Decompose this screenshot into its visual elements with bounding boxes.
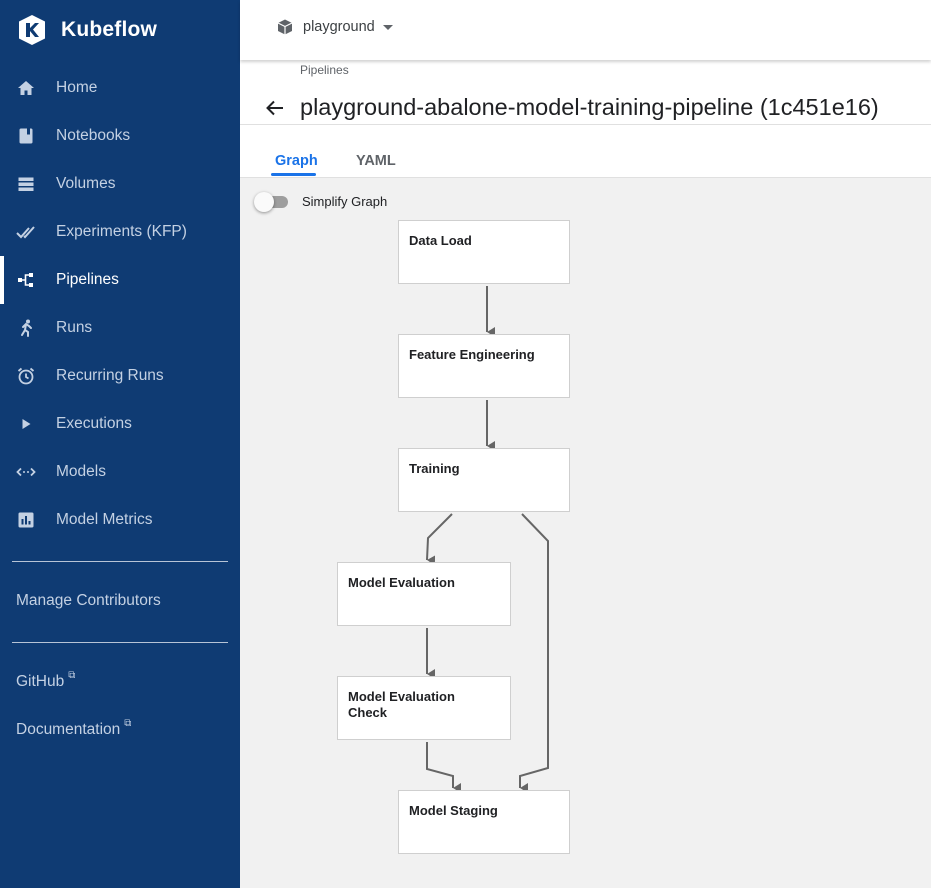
sidebar-item-models[interactable]: Models <box>0 448 240 496</box>
alarm-icon <box>16 366 36 386</box>
sidebar-item-home[interactable]: Home <box>0 64 240 112</box>
sidebar-item-label: Models <box>56 463 106 480</box>
pipeline-icon <box>16 270 36 290</box>
back-arrow-icon[interactable] <box>263 96 287 120</box>
node-label: Training <box>409 461 460 476</box>
manage-contributors-link[interactable]: Manage Contributors <box>16 592 161 610</box>
sidebar-item-model-metrics[interactable]: Model Metrics <box>0 496 240 544</box>
home-icon <box>16 78 36 98</box>
code-arrows-icon <box>16 462 36 482</box>
tab-yaml[interactable]: YAML <box>356 153 396 169</box>
sidebar-item-label: Pipelines <box>56 271 119 288</box>
sidebar: Kubeflow Home Notebooks Volumes Experime… <box>0 0 240 888</box>
brand-name: Kubeflow <box>61 18 158 41</box>
sidebar-item-executions[interactable]: Executions <box>0 400 240 448</box>
node-label: Feature Engineering <box>409 347 535 362</box>
sidebar-item-label: Volumes <box>56 175 116 192</box>
sidebar-divider <box>12 642 228 643</box>
storage-icon <box>16 174 36 194</box>
node-label: Model Evaluation Check <box>348 689 455 720</box>
node-data-load[interactable]: Data Load <box>398 220 570 284</box>
external-link-icon: ⧉ <box>68 670 76 681</box>
sidebar-item-pipelines[interactable]: Pipelines <box>0 256 240 304</box>
active-tab-indicator <box>271 173 316 176</box>
sidebar-item-volumes[interactable]: Volumes <box>0 160 240 208</box>
sidebar-item-label: Runs <box>56 319 93 336</box>
sidebar-item-label: Notebooks <box>56 127 131 144</box>
cube-icon <box>277 19 293 35</box>
node-training[interactable]: Training <box>398 448 570 512</box>
sidebar-item-label: Home <box>56 79 98 96</box>
node-label: Model Evaluation <box>348 575 455 590</box>
external-link-icon: ⧉ <box>124 718 132 729</box>
namespace-selector[interactable]: playground <box>276 18 393 36</box>
node-model-evaluation[interactable]: Model Evaluation <box>337 562 511 626</box>
simplify-graph-label: Simplify Graph <box>302 194 388 209</box>
sidebar-divider <box>12 561 228 562</box>
graph-canvas[interactable] <box>240 178 931 888</box>
active-indicator <box>0 256 4 304</box>
toggle-thumb <box>254 192 274 212</box>
header-divider <box>240 124 931 125</box>
simplify-graph-toggle[interactable] <box>254 192 290 212</box>
sidebar-item-experiments[interactable]: Experiments (KFP) <box>0 208 240 256</box>
page-title: playground-abalone-model-training-pipeli… <box>300 94 879 120</box>
github-link-label: GitHub <box>16 673 65 690</box>
node-model-evaluation-check[interactable]: Model Evaluation Check <box>337 676 511 740</box>
notebook-icon <box>16 126 36 146</box>
caret-down-icon <box>382 24 393 30</box>
namespace-label: playground <box>303 19 375 35</box>
sidebar-item-recurring-runs[interactable]: Recurring Runs <box>0 352 240 400</box>
bar-chart-icon <box>16 510 36 530</box>
brand[interactable]: Kubeflow <box>16 12 157 48</box>
node-label: Model Staging <box>409 803 498 818</box>
documentation-link[interactable]: Documentation ⧉ <box>16 718 132 739</box>
sidebar-item-label: Experiments (KFP) <box>56 223 187 240</box>
tab-graph[interactable]: Graph <box>275 153 318 169</box>
node-label: Data Load <box>409 233 472 248</box>
top-bar: playground <box>240 0 931 60</box>
documentation-link-label: Documentation <box>16 721 121 738</box>
sidebar-item-notebooks[interactable]: Notebooks <box>0 112 240 160</box>
kubeflow-logo-icon <box>19 15 45 45</box>
sidebar-item-label: Recurring Runs <box>56 367 164 384</box>
sidebar-item-label: Model Metrics <box>56 511 153 528</box>
runner-icon <box>16 318 36 338</box>
github-link[interactable]: GitHub ⧉ <box>16 670 76 691</box>
breadcrumb[interactable]: Pipelines <box>300 63 349 77</box>
node-model-staging[interactable]: Model Staging <box>398 790 570 854</box>
sidebar-item-label: Executions <box>56 415 132 432</box>
sidebar-item-runs[interactable]: Runs <box>0 304 240 352</box>
done-all-icon <box>16 222 36 242</box>
node-feature-engineering[interactable]: Feature Engineering <box>398 334 570 398</box>
play-icon <box>16 414 36 434</box>
